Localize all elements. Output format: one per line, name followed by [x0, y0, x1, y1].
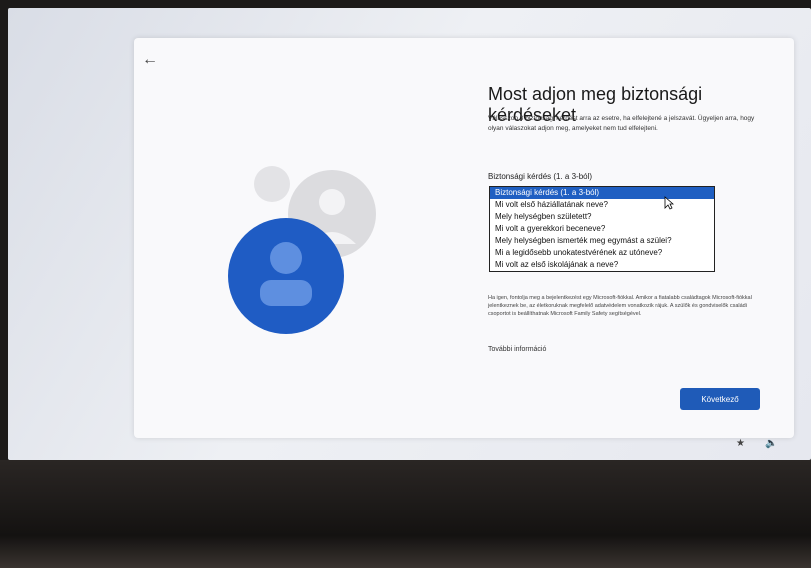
next-button[interactable]: Következő — [680, 388, 760, 410]
account-illustration — [228, 166, 376, 334]
dropdown-option[interactable]: Mi a legidősebb unokatestvérének az utón… — [490, 247, 714, 259]
accessibility-icon[interactable]: ★ — [736, 438, 745, 449]
laptop-bezel — [0, 460, 811, 568]
page-description: Válasszon 3 biztonsági kérdést arra az e… — [488, 115, 755, 132]
system-tray: ★ 🔈 — [736, 438, 777, 449]
dropdown-option[interactable]: Mi volt első háziállatának neve? — [490, 199, 714, 211]
more-info-link[interactable]: További információ — [488, 346, 546, 353]
oobe-dialog: ← Most adjon meg biztonsági kérdéseket V… — [134, 38, 794, 438]
dropdown-option[interactable]: Mely helységben született? — [490, 211, 714, 223]
dropdown-option[interactable]: Mi volt az első iskolájának a neve? — [490, 259, 714, 271]
small-grey-circle — [254, 166, 290, 202]
mouse-cursor-icon — [664, 196, 674, 210]
blue-avatar-body — [260, 280, 312, 306]
security-question-dropdown[interactable]: Biztonsági kérdés (1. a 3-ból) Mi volt e… — [489, 186, 715, 272]
dropdown-option[interactable]: Mely helységben ismerték meg egymást a s… — [490, 235, 714, 247]
back-arrow-icon[interactable]: ← — [140, 50, 160, 70]
dropdown-option[interactable]: Mi volt a gyerekkori beceneve? — [490, 223, 714, 235]
dropdown-option[interactable]: Biztonsági kérdés (1. a 3-ból) — [490, 187, 714, 199]
blue-avatar-circle — [228, 218, 344, 334]
screen: ← Most adjon meg biztonsági kérdéseket V… — [8, 8, 811, 460]
security-question-label: Biztonsági kérdés (1. a 3-ból) — [488, 172, 593, 181]
volume-icon[interactable]: 🔈 — [765, 438, 777, 449]
blue-avatar-head — [270, 242, 302, 274]
grey-avatar-head — [319, 189, 345, 215]
family-safety-text: Ha igen, fontolja meg a bejelentkezést e… — [488, 295, 752, 317]
